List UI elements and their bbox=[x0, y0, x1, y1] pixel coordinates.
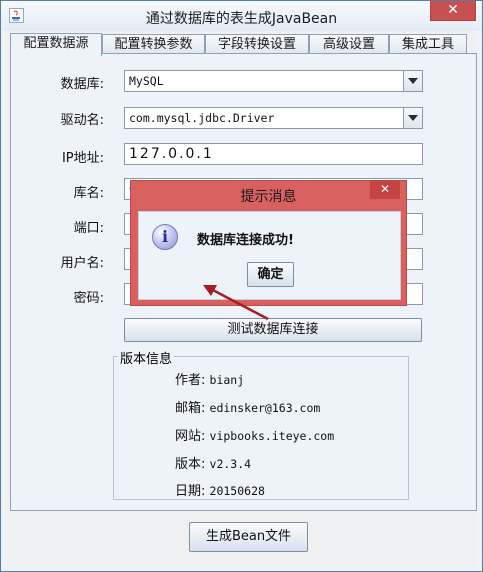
annotation-arrow bbox=[203, 285, 269, 321]
tab-data-source[interactable]: 配置数据源 bbox=[10, 33, 102, 56]
tab-label: 配置数据源 bbox=[23, 36, 89, 51]
